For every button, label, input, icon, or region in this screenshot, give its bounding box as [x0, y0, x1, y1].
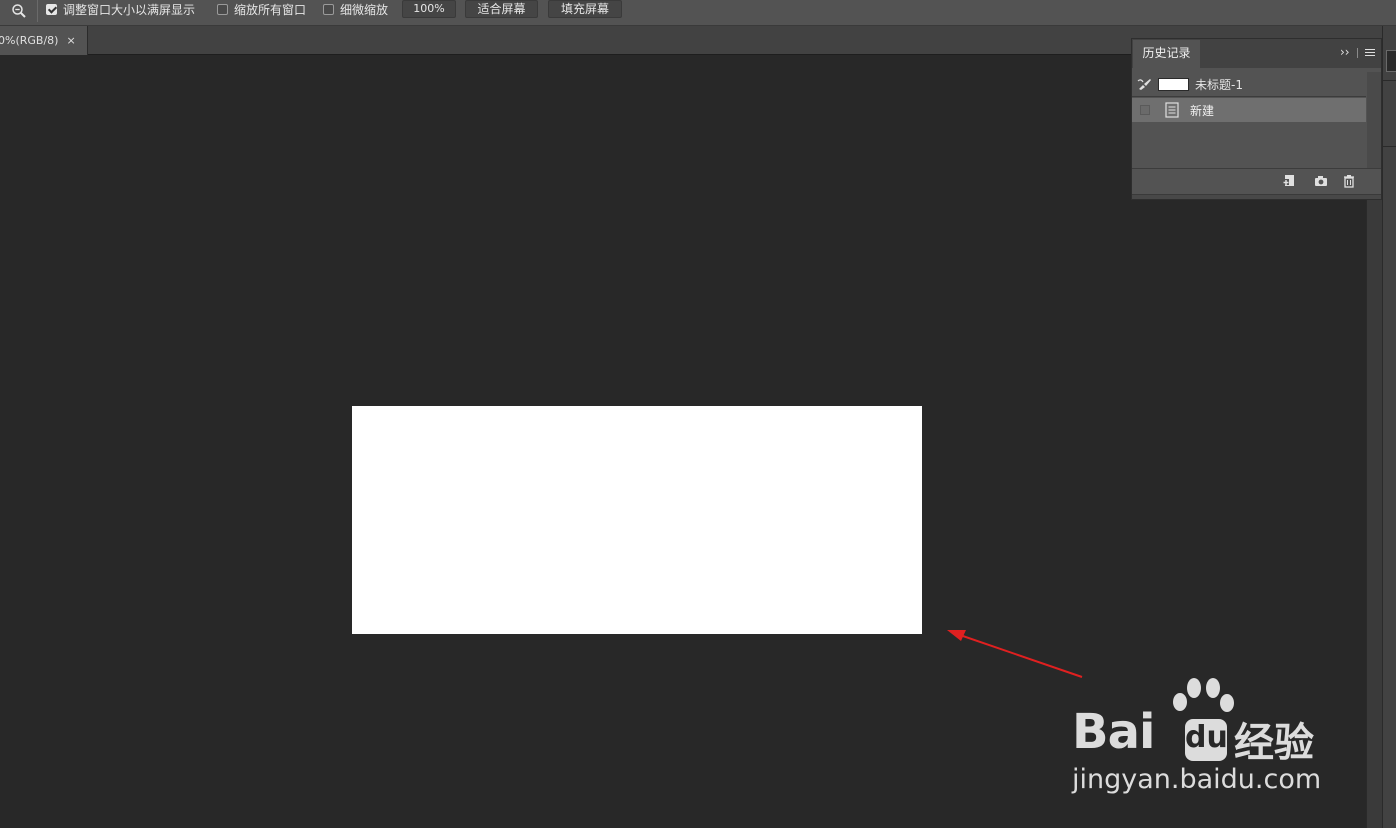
- collapsed-panel-dock: [1382, 26, 1396, 828]
- panel-resize-grip[interactable]: [1132, 194, 1381, 199]
- tab-history[interactable]: 历史记录: [1133, 40, 1200, 68]
- resize-windows-label: 调整窗口大小以满屏显示: [63, 2, 196, 17]
- history-state-label: 新建: [1190, 104, 1215, 118]
- snapshot-name: 未标题-1: [1195, 78, 1243, 92]
- watermark-url: jingyan.baidu.com: [1072, 764, 1322, 795]
- zoom-percent-button[interactable]: 100%: [402, 0, 456, 18]
- header-divider: [1357, 48, 1358, 58]
- checkbox-unchecked[interactable]: [323, 3, 334, 15]
- trash-delete-icon[interactable]: [1341, 173, 1357, 189]
- watermark-brand-cn: 经验: [1234, 720, 1314, 766]
- history-brush-source-icon[interactable]: [1137, 77, 1153, 91]
- panel-header: 历史记录 ››: [1132, 39, 1381, 68]
- panel-scrollbar[interactable]: [1367, 72, 1381, 168]
- panel-footer: [1132, 168, 1381, 192]
- checkbox-checked[interactable]: [46, 3, 57, 15]
- zoom-out-magnifier-icon: [12, 4, 26, 18]
- document-canvas[interactable]: [352, 406, 922, 634]
- camera-snapshot-icon[interactable]: [1313, 173, 1329, 189]
- dock-panel-button[interactable]: [1386, 50, 1396, 72]
- dock-divider: [1383, 80, 1396, 81]
- baidu-jingyan-watermark: Bai du 经验 jingyan.baidu.com: [1068, 676, 1328, 806]
- scrubby-zoom-checkbox[interactable]: 细微缩放: [323, 2, 389, 17]
- scrubby-zoom-label: 细微缩放: [340, 2, 389, 17]
- snapshot-thumbnail: [1158, 78, 1189, 91]
- zoom-all-windows-label: 缩放所有窗口: [234, 2, 307, 17]
- history-brush-checkbox[interactable]: [1140, 105, 1150, 115]
- document-tab-title: 0%(RGB/8): [0, 34, 59, 47]
- row-divider: [1132, 96, 1366, 97]
- options-bar: 调整窗口大小以满屏显示 缩放所有窗口 细微缩放 100% 适合屏幕 填充屏幕: [0, 0, 1396, 26]
- snapshot-row[interactable]: 未标题-1: [1132, 72, 1366, 96]
- panel-menu-icon[interactable]: [1365, 49, 1375, 58]
- document-tab[interactable]: 0%(RGB/8) ×: [0, 26, 88, 55]
- zoom-all-windows-checkbox[interactable]: 缩放所有窗口: [217, 2, 307, 17]
- close-tab-icon[interactable]: ×: [66, 34, 75, 47]
- checkbox-unchecked[interactable]: [217, 3, 228, 15]
- fill-screen-button[interactable]: 填充屏幕: [548, 0, 622, 18]
- new-document-icon: [1165, 102, 1179, 118]
- fit-screen-button[interactable]: 适合屏幕: [465, 0, 538, 18]
- history-state-row[interactable]: 新建: [1132, 98, 1366, 122]
- new-document-from-state-icon[interactable]: [1281, 173, 1297, 189]
- history-panel: 历史记录 ›› 未标题-1 新建: [1131, 38, 1382, 200]
- watermark-brand-du: du: [1185, 719, 1228, 761]
- zoom-tool-button[interactable]: [0, 0, 38, 22]
- collapse-panel-icon[interactable]: ››: [1340, 45, 1350, 59]
- watermark-brand: Bai: [1072, 704, 1155, 760]
- dock-divider: [1383, 146, 1396, 147]
- resize-windows-checkbox[interactable]: 调整窗口大小以满屏显示: [46, 2, 196, 17]
